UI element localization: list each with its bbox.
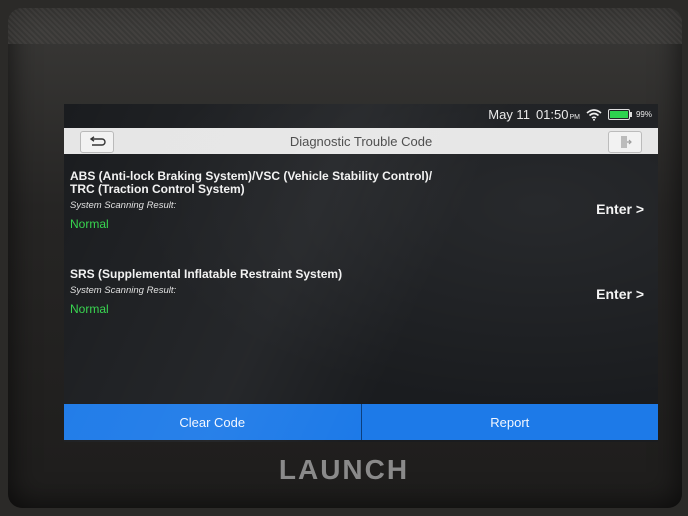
system-name-line2: TRC (Traction Control System) xyxy=(70,182,245,196)
battery-percent: 99% xyxy=(635,110,652,119)
status-time-value: 01:50 xyxy=(535,107,569,122)
enter-button-srs[interactable]: Enter > xyxy=(596,286,644,302)
scan-result-value: Normal xyxy=(70,302,109,316)
status-right: May 11 01:50PM 99% xyxy=(488,107,652,122)
exit-icon xyxy=(621,136,632,148)
status-ampm: PM xyxy=(569,114,580,121)
battery-fill xyxy=(609,111,628,118)
battery-icon xyxy=(607,109,632,120)
report-button[interactable]: Report xyxy=(362,404,659,440)
scan-result-label: System Scanning Result: xyxy=(70,285,177,296)
system-item-abs[interactable]: ABS (Anti-lock Braking System)/VSC (Vehi… xyxy=(70,170,432,232)
exit-button[interactable] xyxy=(608,131,642,153)
status-time: 01:50PM xyxy=(536,107,580,122)
scan-result-value: Normal xyxy=(70,217,109,231)
device-screen: May 11 01:50PM 99% Diagnostic Trouble Co… xyxy=(64,104,658,442)
back-arrow-icon xyxy=(89,136,106,146)
status-bar: May 11 01:50PM 99% xyxy=(64,104,658,126)
page-title: Diagnostic Trouble Code xyxy=(289,133,433,149)
enter-button-abs[interactable]: Enter > xyxy=(596,201,644,217)
title-bar: Diagnostic Trouble Code xyxy=(64,128,658,154)
system-item-srs[interactable]: SRS (Supplemental Inflatable Restraint S… xyxy=(70,267,343,317)
system-name-line1: SRS (Supplemental Inflatable Restraint S… xyxy=(70,267,343,281)
brand-logo: LAUNCH xyxy=(278,454,410,485)
clear-code-button[interactable]: Clear Code xyxy=(64,404,361,440)
status-date: May 11 xyxy=(488,107,530,122)
scan-result-label: System Scanning Result: xyxy=(70,200,177,211)
back-button[interactable] xyxy=(80,131,114,153)
wifi-icon xyxy=(586,108,602,121)
action-bar: Clear Code Report xyxy=(64,404,658,440)
